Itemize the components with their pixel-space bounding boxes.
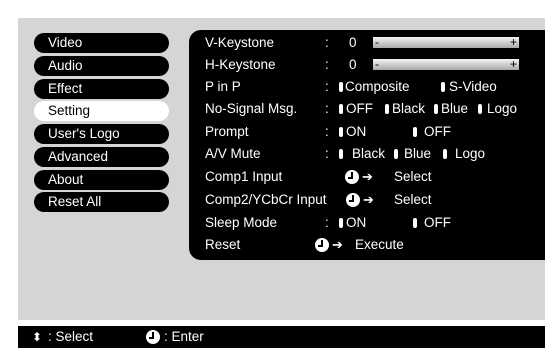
separator: :: [325, 124, 329, 139]
option-black[interactable]: Black: [352, 143, 385, 165]
option-black[interactable]: Black: [392, 98, 425, 120]
setting-label: A/V Mute: [205, 146, 261, 161]
radio-icon[interactable]: [441, 82, 445, 92]
radio-icon[interactable]: [339, 82, 343, 92]
enter-icon: [146, 330, 160, 344]
setting-label: Comp2/YCbCr Input: [205, 192, 327, 207]
arrow-right-icon: ➔: [363, 192, 374, 207]
setting-h-keystone[interactable]: H-Keystone : 0 - +: [189, 54, 545, 76]
option-off[interactable]: OFF: [424, 212, 451, 234]
menu-item-audio[interactable]: Audio: [34, 56, 169, 76]
radio-icon[interactable]: [339, 127, 343, 137]
help-enter: : Enter: [164, 329, 204, 344]
setting-av-mute[interactable]: A/V Mute : Black Blue Logo: [189, 143, 545, 165]
arrow-right-icon: ➔: [332, 237, 343, 252]
radio-icon[interactable]: [394, 149, 398, 159]
menu-item-effect[interactable]: Effect: [34, 79, 169, 99]
enter-icon: [345, 170, 359, 184]
radio-icon[interactable]: [339, 218, 343, 228]
setting-no-signal-msg[interactable]: No-Signal Msg. : OFF Black Blue Logo: [189, 98, 545, 120]
setting-value: 0: [349, 35, 357, 50]
enter-icon: [346, 193, 360, 207]
option-logo[interactable]: Logo: [455, 143, 485, 165]
menu-item-about[interactable]: About: [34, 170, 169, 190]
separator: :: [325, 35, 329, 50]
separator: :: [325, 101, 329, 116]
option-blue[interactable]: Blue: [404, 143, 431, 165]
setting-v-keystone[interactable]: V-Keystone : 0 - +: [189, 32, 545, 54]
setting-comp2-input[interactable]: Comp2/YCbCr Input ➔ Select: [189, 189, 545, 211]
radio-icon[interactable]: [413, 218, 417, 228]
option-logo[interactable]: Logo: [487, 98, 517, 120]
help-bar: ⬍ : Select : Enter: [18, 326, 545, 348]
minus-icon: -: [375, 35, 379, 49]
separator: :: [325, 57, 329, 72]
radio-icon[interactable]: [339, 149, 343, 159]
enter-icon: [315, 238, 329, 252]
action-select[interactable]: Select: [394, 189, 432, 211]
radio-icon[interactable]: [478, 104, 482, 114]
action-select[interactable]: Select: [394, 166, 432, 188]
setting-p-in-p[interactable]: P in P : Composite S-Video: [189, 76, 545, 98]
setting-label: Comp1 Input: [205, 169, 283, 184]
setting-value: 0: [349, 57, 357, 72]
option-composite[interactable]: Composite: [345, 76, 410, 98]
menu-item-users-logo[interactable]: User's Logo: [34, 124, 169, 144]
plus-icon: +: [509, 57, 517, 71]
up-down-icon: ⬍: [32, 330, 43, 344]
help-select: : Select: [48, 329, 94, 344]
option-blue[interactable]: Blue: [441, 98, 468, 120]
option-off[interactable]: OFF: [346, 98, 373, 120]
radio-icon[interactable]: [385, 104, 389, 114]
separator: :: [325, 215, 329, 230]
radio-icon[interactable]: [339, 104, 343, 114]
v-keystone-slider[interactable]: - +: [373, 35, 519, 49]
separator: :: [325, 146, 329, 161]
arrow-right-icon: ➔: [362, 169, 373, 184]
separator: :: [325, 79, 329, 94]
setting-label: Reset: [205, 237, 241, 252]
setting-label: Sleep Mode: [205, 215, 278, 230]
setting-label: Prompt: [205, 124, 249, 139]
setting-label: No-Signal Msg.: [205, 101, 298, 116]
setting-comp1-input[interactable]: Comp1 Input ➔ Select: [189, 166, 545, 188]
menu-item-reset-all[interactable]: Reset All: [34, 192, 169, 212]
setting-sleep-mode[interactable]: Sleep Mode : ON OFF: [189, 212, 545, 234]
radio-icon[interactable]: [413, 127, 417, 137]
option-on[interactable]: ON: [346, 212, 366, 234]
radio-icon[interactable]: [434, 104, 438, 114]
setting-reset[interactable]: Reset ➔ Execute: [189, 234, 545, 256]
minus-icon: -: [375, 57, 379, 71]
menu-item-advanced[interactable]: Advanced: [34, 147, 169, 167]
option-off[interactable]: OFF: [424, 121, 451, 143]
radio-icon[interactable]: [443, 149, 447, 159]
menu-item-setting[interactable]: Setting: [34, 101, 169, 121]
setting-label: H-Keystone: [205, 57, 276, 72]
plus-icon: +: [509, 35, 517, 49]
h-keystone-slider[interactable]: - +: [373, 57, 519, 71]
setting-label: P in P: [205, 79, 241, 94]
action-execute[interactable]: Execute: [355, 234, 404, 256]
setting-label: V-Keystone: [205, 35, 275, 50]
menu-item-video[interactable]: Video: [34, 33, 169, 53]
option-on[interactable]: ON: [346, 121, 366, 143]
settings-panel: V-Keystone : 0 - + H-Keystone : 0 - + P …: [189, 30, 545, 260]
setting-prompt[interactable]: Prompt : ON OFF: [189, 121, 545, 143]
option-s-video[interactable]: S-Video: [449, 76, 497, 98]
